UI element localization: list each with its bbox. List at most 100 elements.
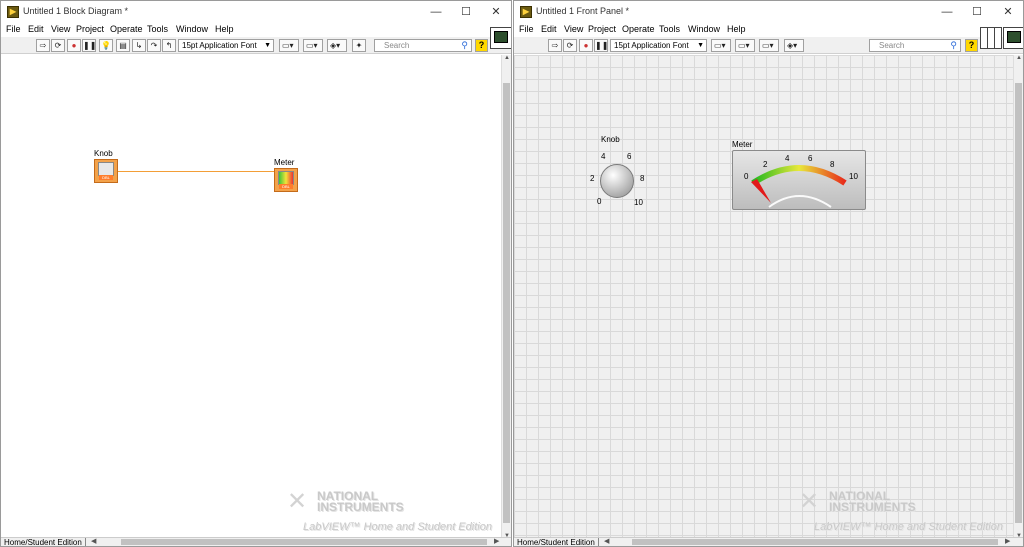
knob-control[interactable] <box>600 164 634 198</box>
status-bar: Home/Student Edition ◀ ▶ <box>514 537 1023 546</box>
wire[interactable] <box>118 171 274 172</box>
meter-tick-0: 0 <box>744 172 749 181</box>
step-into-icon[interactable]: ↳ <box>132 39 146 52</box>
search-input[interactable]: Search ⚲ <box>869 39 961 52</box>
horizontal-scroll-thumb[interactable] <box>632 539 998 545</box>
window-title: Untitled 1 Front Panel * <box>536 6 630 16</box>
labview-app-icon: ▶ <box>520 6 532 18</box>
menu-edit[interactable]: Edit <box>541 24 557 34</box>
meter-terminal-label: Meter <box>274 158 295 167</box>
vi-icon-graphic <box>494 31 508 43</box>
menu-window[interactable]: Window <box>176 24 208 34</box>
title-bar[interactable]: ▶ Untitled 1 Block Diagram * — ☐ ✕ <box>1 1 511 23</box>
close-button[interactable]: ✕ <box>481 3 511 21</box>
align-icon[interactable]: ▭▾ <box>279 39 299 52</box>
vi-icon[interactable] <box>490 27 511 49</box>
search-input[interactable]: Search ⚲ <box>374 39 472 52</box>
font-select-value: 15pt Application Font <box>614 41 689 50</box>
block-diagram-canvas[interactable]: Knob DBL Meter DBL ✕ NATIONAL INSTRUMENT… <box>1 55 503 539</box>
menu-project[interactable]: Project <box>76 24 104 34</box>
run-continuous-icon[interactable]: ⟳ <box>51 39 65 52</box>
status-edition: Home/Student Edition <box>4 538 86 546</box>
maximize-button[interactable]: ☐ <box>451 3 481 21</box>
minimize-button[interactable]: — <box>932 3 962 21</box>
step-out-icon[interactable]: ↰ <box>162 39 176 52</box>
scroll-thumb[interactable] <box>1015 83 1022 523</box>
title-bar[interactable]: ▶ Untitled 1 Front Panel * — ☐ ✕ <box>514 1 1023 23</box>
meter-terminal[interactable]: DBL <box>274 168 298 192</box>
resize-icon[interactable]: ▭▾ <box>759 39 779 52</box>
menu-edit[interactable]: Edit <box>28 24 44 34</box>
meter-indicator: 0 2 4 6 8 10 <box>732 150 866 210</box>
watermark-edition: LabVIEW™ Home and Student Edition <box>814 521 1003 533</box>
cleanup-icon[interactable]: ✦ <box>352 39 366 52</box>
reorder-icon[interactable]: ◈▾ <box>327 39 347 52</box>
abort-icon[interactable]: ● <box>67 39 81 52</box>
meter-terminal-type: DBL <box>279 184 293 189</box>
vertical-scrollbar[interactable]: ▲ ▼ <box>501 55 511 539</box>
labview-app-icon: ▶ <box>7 6 19 18</box>
search-icon: ⚲ <box>461 40 468 50</box>
font-select[interactable]: 15pt Application Font ▼ <box>610 39 707 52</box>
scroll-left-icon[interactable]: ◀ <box>604 538 609 546</box>
close-button[interactable]: ✕ <box>993 3 1023 21</box>
pause-icon[interactable]: ❚❚ <box>82 39 96 52</box>
menu-help[interactable]: Help <box>215 24 234 34</box>
knob-terminal-icon <box>98 162 114 176</box>
distribute-icon[interactable]: ▭▾ <box>303 39 323 52</box>
highlight-execution-icon[interactable]: 💡 <box>99 39 113 52</box>
help-icon[interactable]: ? <box>475 39 488 52</box>
menu-view[interactable]: View <box>564 24 583 34</box>
knob-label: Knob <box>601 135 620 144</box>
front-panel-canvas[interactable]: Knob 0 2 4 6 8 10 Meter 0 2 4 6 8 10 ✕ N… <box>514 55 1015 539</box>
retain-wire-values-icon[interactable]: ▤ <box>116 39 130 52</box>
menu-view[interactable]: View <box>51 24 70 34</box>
scroll-left-icon[interactable]: ◀ <box>91 538 96 546</box>
step-over-icon[interactable]: ↷ <box>147 39 161 52</box>
menu-help[interactable]: Help <box>727 24 746 34</box>
ni-eagle-logo: ✕ <box>287 488 308 515</box>
scroll-right-icon[interactable]: ▶ <box>494 538 499 546</box>
knob-tick-10: 10 <box>634 198 643 207</box>
align-icon[interactable]: ▭▾ <box>711 39 731 52</box>
font-select[interactable]: 15pt Application Font ▼ <box>178 39 274 52</box>
vertical-scrollbar[interactable]: ▲ ▼ <box>1013 55 1023 539</box>
menu-tools[interactable]: Tools <box>659 24 680 34</box>
distribute-icon[interactable]: ▭▾ <box>735 39 755 52</box>
font-select-value: 15pt Application Font <box>182 41 257 50</box>
watermark-edition: LabVIEW™ Home and Student Edition <box>303 521 492 533</box>
menu-operate[interactable]: Operate <box>622 24 655 34</box>
menu-bar: File Edit View Project Operate Tools Win… <box>514 23 1023 37</box>
pause-icon[interactable]: ❚❚ <box>594 39 608 52</box>
run-continuous-icon[interactable]: ⟳ <box>563 39 577 52</box>
menu-file[interactable]: File <box>519 24 534 34</box>
meter-tick-4: 4 <box>785 154 790 163</box>
vi-icon[interactable] <box>1003 27 1023 49</box>
horizontal-scroll-thumb[interactable] <box>121 539 487 545</box>
minimize-button[interactable]: — <box>421 3 451 21</box>
knob-tick-4: 4 <box>601 152 606 161</box>
menu-tools[interactable]: Tools <box>147 24 168 34</box>
scroll-right-icon[interactable]: ▶ <box>1005 538 1010 546</box>
meter-tick-2: 2 <box>763 160 768 169</box>
maximize-button[interactable]: ☐ <box>962 3 992 21</box>
abort-icon[interactable]: ● <box>579 39 593 52</box>
connector-pane-icon[interactable] <box>980 27 1002 49</box>
scroll-thumb[interactable] <box>503 83 510 523</box>
knob-terminal[interactable]: DBL <box>94 159 118 183</box>
menu-window[interactable]: Window <box>688 24 720 34</box>
menu-project[interactable]: Project <box>588 24 616 34</box>
watermark-brand: NATIONAL INSTRUMENTS <box>317 489 404 514</box>
menu-file[interactable]: File <box>6 24 21 34</box>
scroll-up-icon[interactable]: ▲ <box>502 55 511 61</box>
search-icon: ⚲ <box>950 40 957 50</box>
knob-tick-6: 6 <box>627 152 632 161</box>
run-arrow-icon[interactable]: ⇨ <box>548 39 562 52</box>
scroll-up-icon[interactable]: ▲ <box>1014 55 1023 61</box>
chevron-down-icon: ▼ <box>264 42 271 49</box>
help-icon[interactable]: ? <box>965 39 978 52</box>
menu-operate[interactable]: Operate <box>110 24 143 34</box>
run-arrow-icon[interactable]: ⇨ <box>36 39 50 52</box>
meter-inner-arc <box>768 195 832 208</box>
reorder-icon[interactable]: ◈▾ <box>784 39 804 52</box>
